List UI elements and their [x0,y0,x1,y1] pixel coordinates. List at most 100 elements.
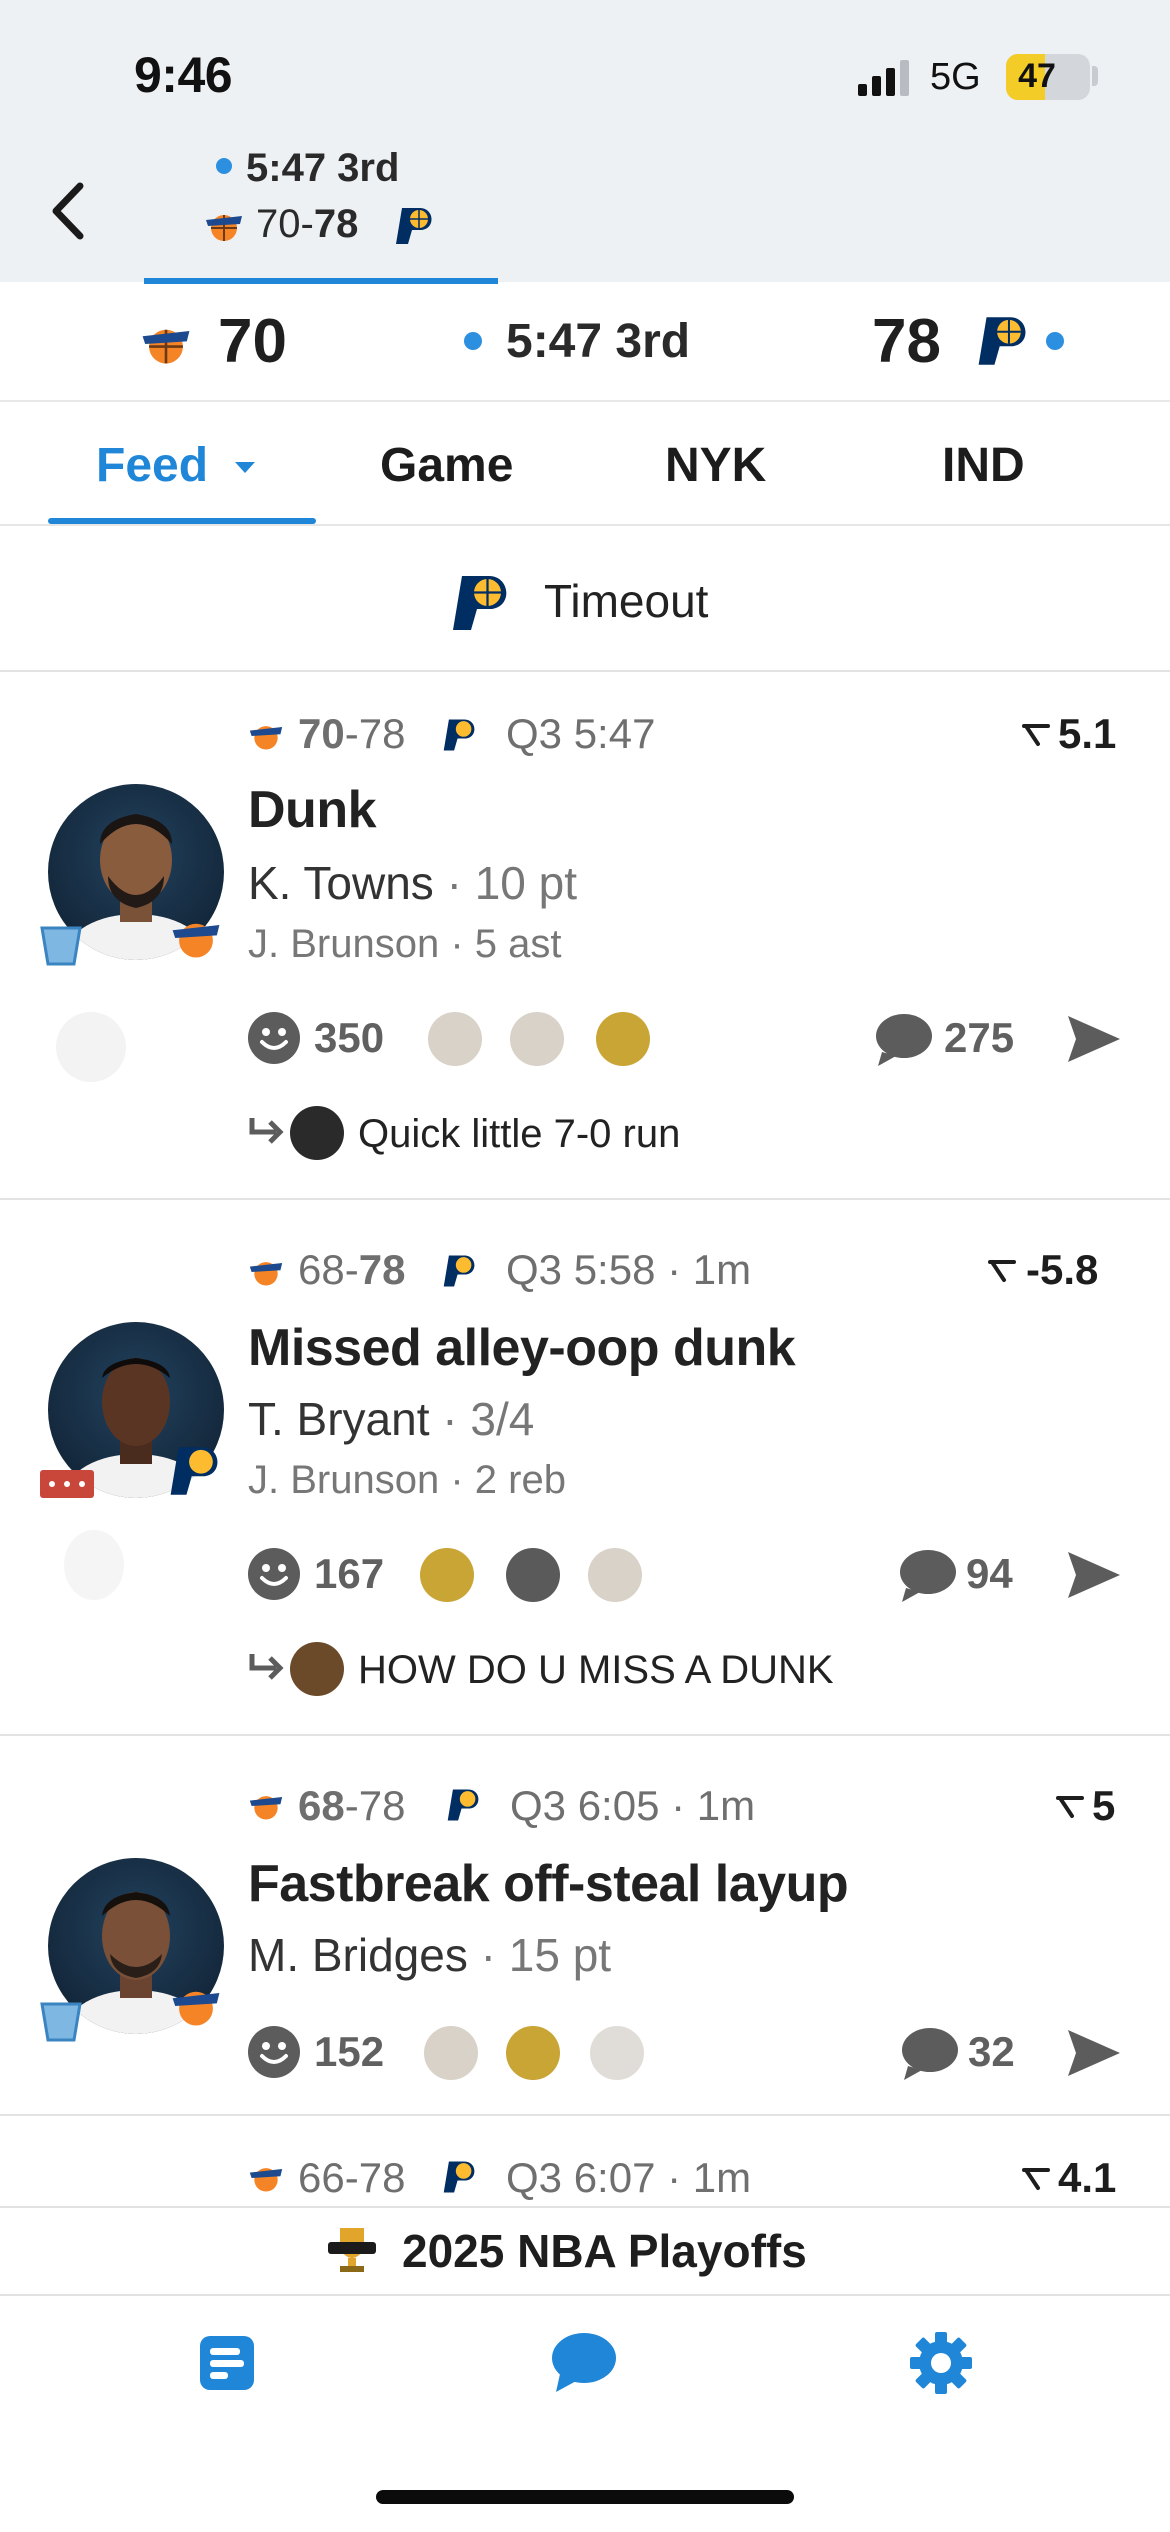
reactor-avatar [510,1012,564,1066]
player-name: M. Bridges [248,1929,468,1981]
reaction-count: 167 [314,1550,385,1597]
play-clock: Q3 5:58 [506,1246,656,1293]
win-probability: 5.1 [1058,710,1117,757]
play-home-score: 78 [358,1246,406,1293]
play-assist[interactable]: J. Brunson · 5 ast [248,922,561,967]
away-score: 70 [218,307,287,376]
signal-icon [858,60,909,96]
smiley-reaction-icon[interactable] [246,2024,302,2080]
play-player[interactable]: M. Bridges · 15 pt [248,1928,611,1982]
knicks-logo [172,1991,220,2026]
home-score: 78 [872,307,941,376]
win-probability: -5.8 [1026,1246,1099,1293]
play-home-score: 78 [358,1782,406,1829]
reaction-count: 152 [314,2028,385,2075]
win-probability: 5 [1092,1782,1116,1829]
reactor-avatar [596,1012,650,1066]
status-time: 9:46 [134,47,233,103]
win-probability-icon [1022,2168,1050,2190]
live-dot [216,158,232,174]
comment-count: 275 [944,1014,1015,1061]
battery-level: 47 [1018,57,1056,95]
reactor-avatar [420,1548,474,1602]
reactor-avatar [590,2026,644,2080]
settings-icon[interactable] [908,2330,974,2396]
share-icon[interactable] [1066,1550,1122,1600]
battery-icon: 47 [1006,54,1090,100]
comment-count: 32 [968,2028,1015,2075]
knicks-logo [206,215,242,241]
header-score[interactable]: 70-78 [256,202,358,247]
game-clock: 5:47 3rd [506,315,691,368]
play-ago: 1m [692,1246,752,1293]
player-name: T. Bryant [248,1393,430,1445]
play-time: Q3 5:58 · 1m [506,1246,752,1293]
tab-active-underline [48,518,316,524]
watermark-player [64,1530,124,1600]
back-chevron-icon[interactable] [46,178,94,244]
play-score: 68-78 [298,1782,405,1830]
home-indicator[interactable] [376,2490,794,2504]
play-player[interactable]: T. Bryant · 3/4 [248,1392,534,1446]
tab-feed-label: Feed [96,439,209,492]
tab-ind[interactable]: IND [942,438,1025,493]
divider [0,2114,1170,2116]
reply-avatar [290,1106,344,1160]
play-ago: 1m [696,1782,756,1829]
reply-arrow-icon [249,1654,284,1680]
play-score-sep: - [344,2154,359,2201]
comment-icon[interactable] [874,1012,934,1068]
play-ago: 1m [692,2154,752,2201]
reactor-avatar [428,1012,482,1066]
assist-stat: 2 reb [474,1458,566,1502]
knicks-logo [249,1262,283,1286]
smiley-reaction-icon[interactable] [246,1010,302,1066]
tab-nyk[interactable]: NYK [665,438,766,493]
knicks-logo [249,1796,283,1820]
play-title: Dunk [248,781,377,839]
knicks-logo [172,923,220,958]
play-clock: Q3 6:07 [506,2154,656,2201]
assist-stat: 5 ast [474,922,562,966]
reaction-count: 350 [314,1014,385,1061]
comment-icon[interactable] [900,2026,960,2082]
play-time: Q3 6:07 · 1m [506,2154,752,2201]
play-away-score: 68 [298,1782,345,1829]
watermark-player [56,1012,126,1082]
reply-text[interactable]: HOW DO U MISS A DUNK [358,1648,834,1693]
share-icon[interactable] [1066,2028,1122,2078]
reactor-avatar [506,2026,560,2080]
play-home-score: 78 [358,2154,406,2201]
reply-arrow-icon [249,1118,284,1144]
header-home-score: 78 [313,202,359,246]
play-away-score: 68 [298,1246,345,1293]
caret-down-icon [235,462,256,474]
header-away-score: 70 [256,202,301,246]
reactor-avatar [588,1548,642,1602]
play-assist[interactable]: J. Brunson · 2 reb [248,1458,566,1503]
playoffs-banner-label: 2025 NBA Playoffs [402,2225,807,2277]
comment-icon[interactable] [898,1548,958,1604]
timeout-label: Timeout [544,575,709,627]
play-home-score: 78 [358,710,406,757]
play-player[interactable]: K. Towns · 10 pt [248,856,577,910]
feed-icon[interactable] [198,2334,256,2392]
pacers-logo [453,576,507,630]
pacers-logo [443,1255,475,1287]
play-score: 68-78 [298,1246,405,1294]
pacers-logo [978,317,1026,365]
player-stat: 15 pt [508,1929,612,1981]
win-probability-icon [1022,724,1050,746]
tab-feed[interactable]: Feed [96,438,257,493]
smiley-reaction-icon[interactable] [246,1546,302,1602]
pacers-logo [396,208,432,244]
chat-icon[interactable] [550,2330,618,2394]
brick-icon [40,1470,94,1498]
reactor-avatar [424,2026,478,2080]
share-icon[interactable] [1066,1014,1122,1064]
pacers-logo [443,719,475,751]
tab-game[interactable]: Game [380,438,513,493]
reply-text[interactable]: Quick little 7-0 run [358,1112,680,1157]
play-score-sep: - [344,1782,359,1829]
pacers-logo [447,1789,479,1821]
